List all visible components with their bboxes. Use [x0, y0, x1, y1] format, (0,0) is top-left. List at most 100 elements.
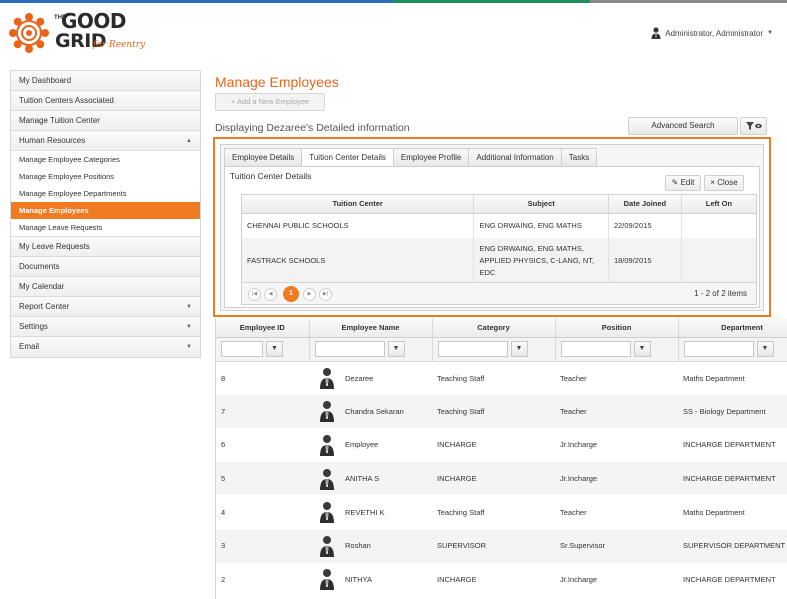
cell-employee-name: REVETHI K — [309, 495, 432, 529]
cell-tuition-center: FASTRACK SCHOOLS — [242, 238, 475, 284]
prev-page-icon[interactable]: ◀ — [264, 288, 277, 301]
table-row[interactable]: 5 ANITHA S INCHARGE Jr.Incharge INCHARGE DEP… — [216, 461, 787, 496]
table-row[interactable]: 7 Chandra Sekaran Teaching Staff Teacher SS … — [216, 394, 787, 429]
employee-name: NITHYA — [345, 574, 372, 584]
tab-employee-details[interactable]: Employee Details — [224, 148, 303, 166]
employee-avatar-icon — [320, 368, 334, 390]
detail-tabs: Employee Details Tuition Center Details … — [224, 148, 598, 167]
sidebar-subitem-leave-requests[interactable]: Manage Leave Requests — [11, 219, 200, 236]
cell-employee-name: Chandra Sekaran — [309, 394, 432, 429]
sidebar-item-settings[interactable]: Settings ▼ — [11, 317, 200, 337]
filter-icon[interactable]: ▼ — [633, 341, 651, 357]
edit-label: Edit — [680, 178, 695, 187]
filter-icon[interactable]: ▼ — [387, 341, 405, 357]
table-row[interactable]: FASTRACK SCHOOLS ENG DRWAING, ENG MATHS,… — [242, 238, 756, 284]
chevron-up-icon: ▲ — [186, 138, 192, 144]
name-wrap: Dezaree — [314, 367, 427, 390]
edit-button[interactable]: ✎ Edit — [665, 175, 701, 191]
sidebar-item-label: Email — [19, 342, 40, 351]
cell-department: SS - Biology Department — [678, 394, 787, 429]
employee-name: ANITHA S — [345, 474, 380, 484]
cell-employee-id: 8 — [221, 373, 226, 383]
cell-date-joined: 22/09/2015 — [608, 213, 682, 238]
cell-category: INCHARGE — [437, 574, 477, 584]
sidebar-item-manage-tuition-center[interactable]: Manage Tuition Center — [11, 111, 200, 131]
tuition-center-grid: Tuition Center Subject Date Joined Left … — [241, 194, 757, 305]
last-page-icon[interactable]: ▶| — [319, 288, 332, 301]
cell-subject: ENG DRWAING, ENG MATHS, APPLIED PHYSICS,… — [473, 238, 609, 284]
filter-icon[interactable]: ▼ — [756, 341, 774, 357]
sidebar-item-label: Manage Tuition Center — [19, 116, 100, 125]
employee-avatar-icon — [320, 502, 334, 524]
add-employee-button[interactable]: + Add a New Employee — [215, 93, 325, 111]
sidebar-item-human-resources[interactable]: Human Resources ▲ — [11, 131, 200, 151]
column-header-category[interactable]: Category — [432, 318, 556, 338]
logo-tagline: for Reentry — [93, 40, 146, 50]
tab-tasks[interactable]: Tasks — [560, 148, 598, 166]
tab-additional-information[interactable]: Additional Information — [468, 148, 562, 166]
column-header-department[interactable]: Department — [678, 318, 787, 338]
sidebar-subitem-employee-positions[interactable]: Manage Employee Positions — [11, 168, 200, 185]
filter-row: ▼ ▼ ▼ ▼ ▼ — [216, 337, 787, 362]
filter-toggle-button[interactable] — [740, 117, 767, 135]
sidebar-subitem-employee-departments[interactable]: Manage Employee Departments — [11, 185, 200, 202]
table-row[interactable]: 4 REVETHI K Teaching Staff Teacher Maths Dep… — [216, 495, 787, 529]
tab-content: Tuition Center Details ✎ Edit × Close Tu… — [224, 166, 760, 308]
employee-name: REVETHI K — [345, 507, 385, 517]
employee-name: Dezaree — [345, 373, 374, 383]
tab-employee-profile[interactable]: Employee Profile — [392, 148, 470, 166]
page-title: Manage Employees — [215, 74, 339, 90]
sidebar-item-report-center[interactable]: Report Center ▼ — [11, 297, 200, 317]
filter-input-position[interactable] — [560, 341, 631, 357]
table-row[interactable]: 6 Employee INCHARGE Jr.Incharge INCHARGE DEP… — [216, 428, 787, 462]
filter-cell: ▼ — [678, 337, 787, 362]
employee-avatar-icon — [320, 569, 334, 591]
tab-tuition-center-details[interactable]: Tuition Center Details — [301, 148, 394, 167]
employee-avatar-icon — [320, 434, 334, 456]
detail-subheading: Displaying Dezaree's Detailed informatio… — [215, 122, 410, 134]
chevron-down-icon: ▼ — [186, 324, 192, 330]
filter-cell: ▼ — [432, 337, 556, 362]
table-row[interactable]: 8 Dezaree Teaching Staff Teacher Maths Depar… — [216, 361, 787, 395]
filter-input-department[interactable] — [683, 341, 754, 357]
user-menu[interactable]: Administrator, Administrator ▼ — [651, 27, 773, 39]
sidebar-subitem-manage-employees[interactable]: Manage Employees — [11, 202, 200, 219]
page-number-button[interactable]: 1 — [283, 286, 299, 302]
column-header-employee-name[interactable]: Employee Name — [309, 318, 433, 338]
table-row[interactable]: 3 Roshan SUPERVISOR Sr.Supervisor SUPERVISOR… — [216, 528, 787, 563]
column-header-left-on[interactable]: Left On — [681, 195, 756, 214]
cell-employee-id: 4 — [221, 507, 226, 517]
advanced-search-button[interactable]: Advanced Search — [628, 117, 738, 135]
sidebar-item-my-calendar[interactable]: My Calendar — [11, 277, 200, 297]
sidebar-item-documents[interactable]: Documents — [11, 257, 200, 277]
close-button[interactable]: × Close — [704, 175, 744, 191]
filter-input-employee-id[interactable] — [221, 341, 263, 357]
sidebar-item-email[interactable]: Email ▼ — [11, 337, 200, 357]
next-page-icon[interactable]: ▶ — [303, 288, 316, 301]
filter-input-employee-name[interactable] — [314, 341, 385, 357]
sidebar-item-label: Tuition Centers Associated — [19, 96, 114, 105]
sidebar-subitem-employee-categories[interactable]: Manage Employee Categories — [11, 151, 200, 168]
column-header-employee-id[interactable]: Employee ID — [216, 318, 310, 338]
logo-good-text: GOOD — [61, 9, 127, 33]
sidebar-item-dashboard[interactable]: My Dashboard — [11, 71, 200, 91]
filter-input-category[interactable] — [437, 341, 508, 357]
table-row[interactable]: CHENNAI PUBLIC SCHOOLS ENG DRWAING, ENG … — [242, 213, 756, 238]
column-header-subject[interactable]: Subject — [473, 195, 609, 214]
filter-icon[interactable]: ▼ — [510, 341, 528, 357]
cell-position: Teacher — [560, 507, 587, 517]
employee-detail-panel: Employee Details Tuition Center Details … — [213, 137, 771, 317]
filter-icon[interactable]: ▼ — [266, 341, 283, 357]
column-header-position[interactable]: Position — [555, 318, 679, 338]
employee-name: Chandra Sekaran — [345, 406, 404, 416]
table-row[interactable]: 2 NITHYA INCHARGE Jr.Incharge INCHARGE DEPAR… — [216, 563, 787, 597]
cell-employee-id: 5 — [216, 461, 309, 496]
column-header-date-joined[interactable]: Date Joined — [608, 195, 682, 214]
sidebar-item-my-leave-requests[interactable]: My Leave Requests — [11, 237, 200, 257]
cell-category: Teaching Staff — [432, 394, 555, 429]
employee-table: Employee ID Employee Name Category Posit… — [216, 318, 787, 596]
first-page-icon[interactable]: |◀ — [248, 288, 261, 301]
sidebar-item-tuition-centers-associated[interactable]: Tuition Centers Associated — [11, 91, 200, 111]
column-header-tuition-center[interactable]: Tuition Center — [242, 195, 475, 214]
logo[interactable]: THE GOOD GRID for Reentry — [9, 11, 149, 57]
